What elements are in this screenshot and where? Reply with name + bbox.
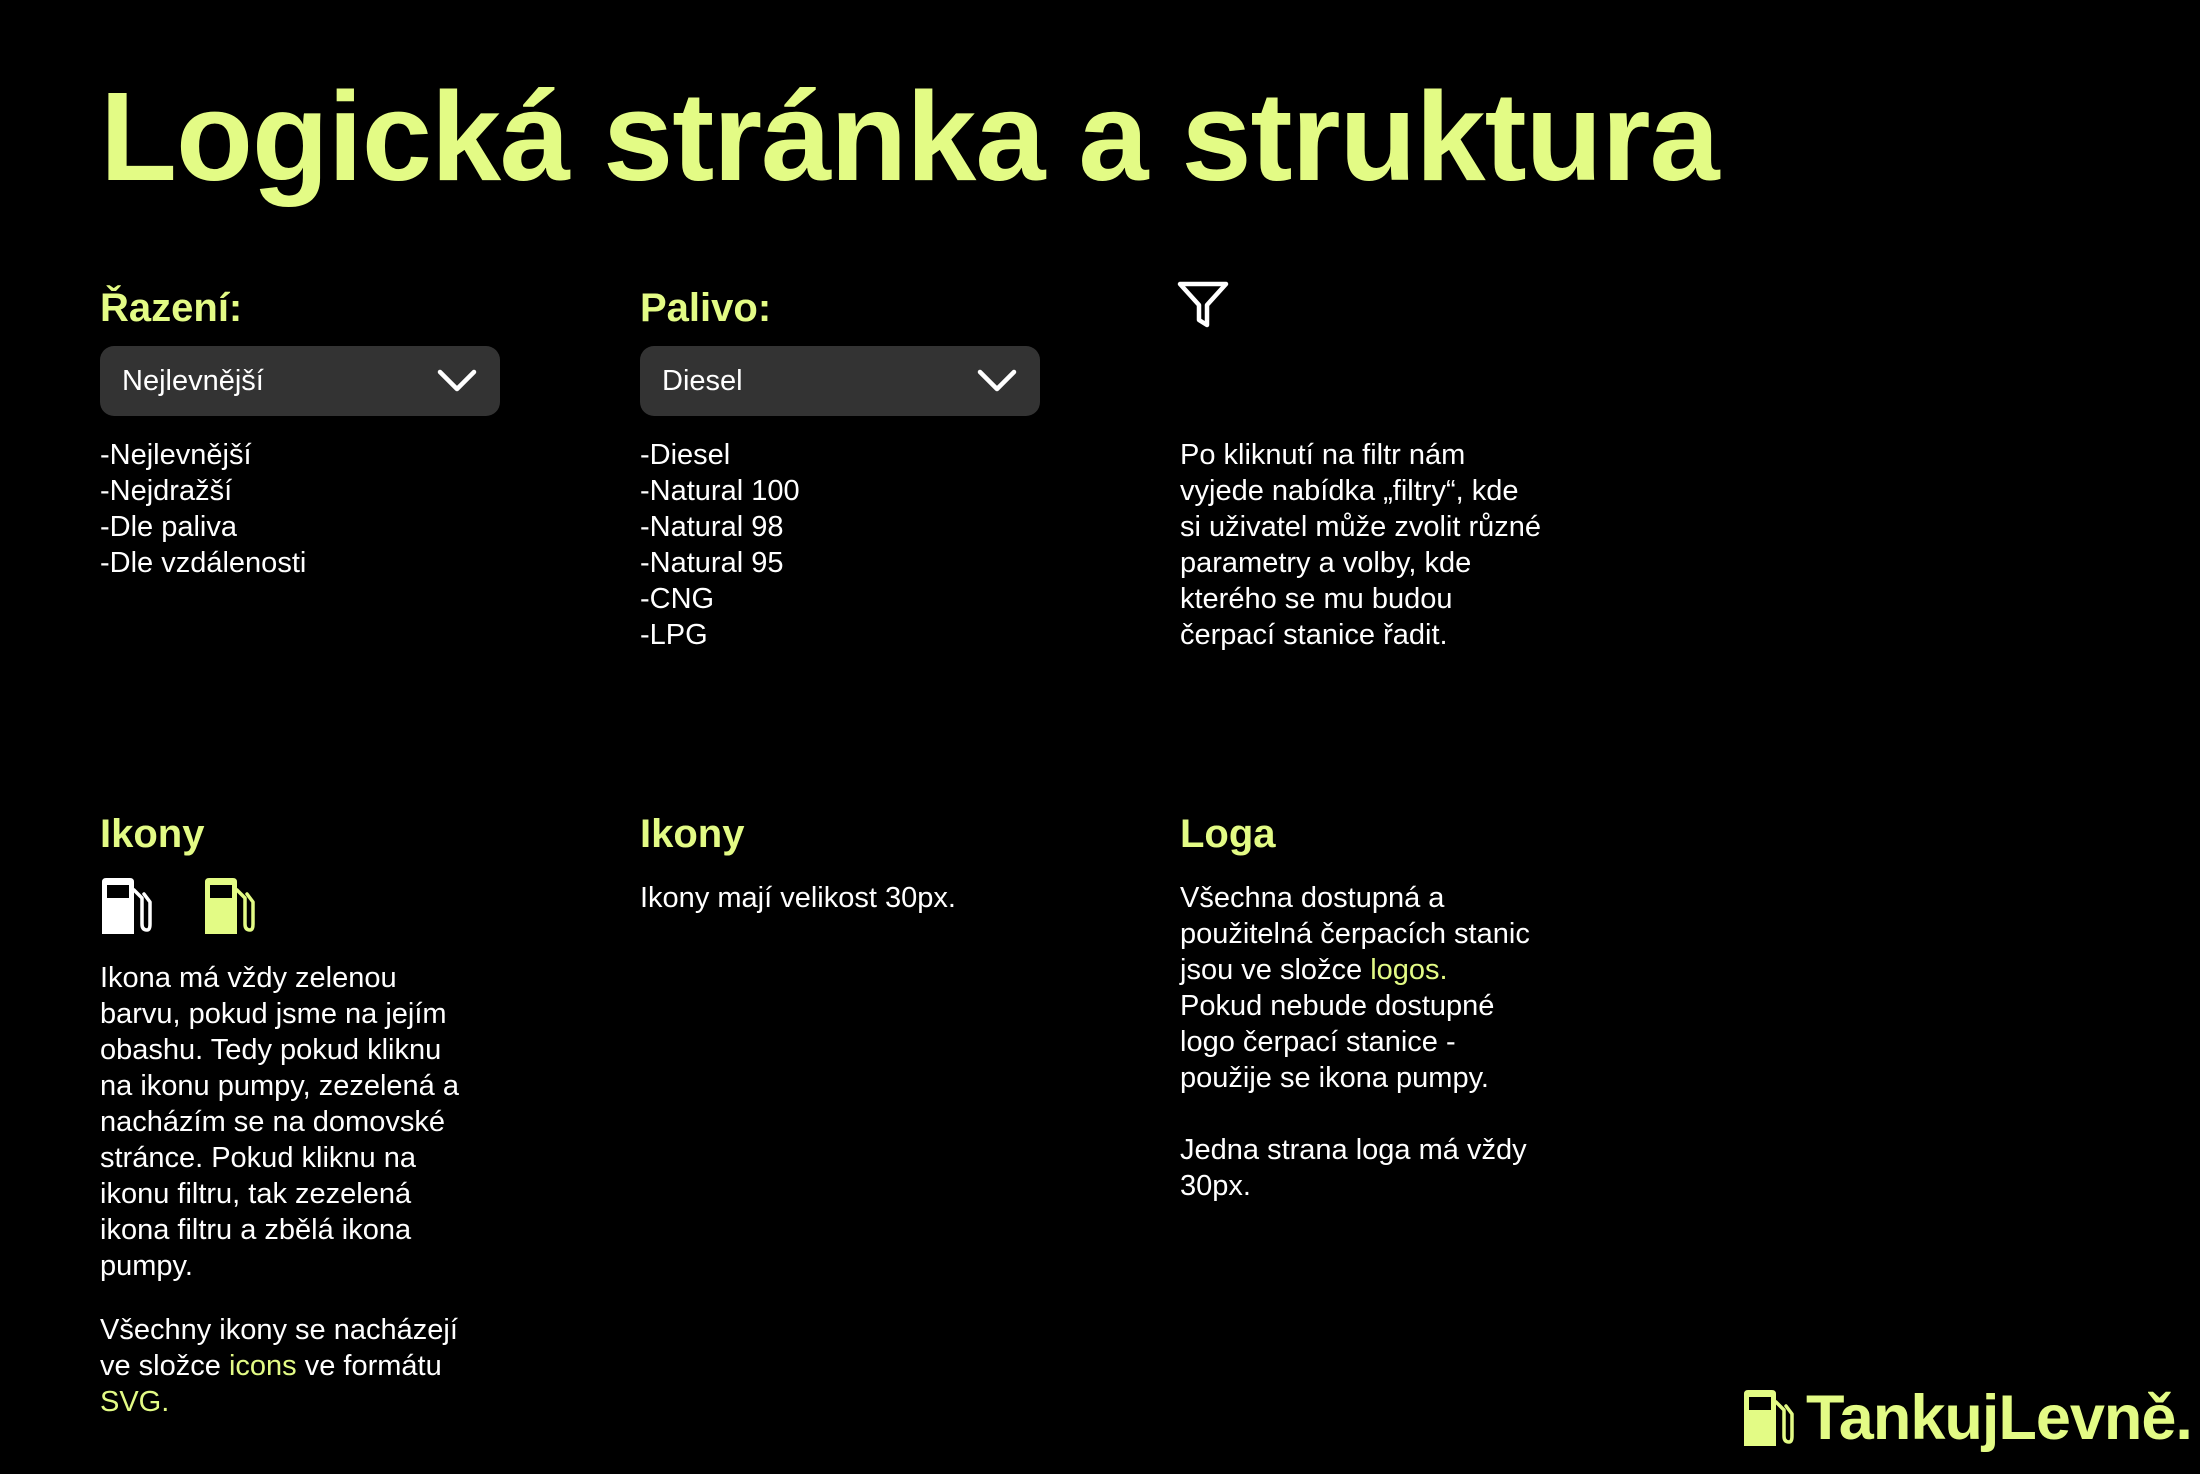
filter-icon[interactable] (1176, 280, 1230, 330)
sorting-heading: Řazení: (100, 286, 243, 330)
fuel-selected-value: Diesel (662, 364, 743, 397)
icons-size-text: Ikony mají velikost 30px. (640, 882, 956, 914)
icons-description: Ikona má vždy zelenou barvu, pokud jsme … (100, 960, 459, 1284)
text-line: barvu, pokud jsme na jejím (100, 998, 447, 1030)
fuel-option: -LPG (640, 619, 708, 651)
logos-heading: Loga (1180, 812, 1276, 856)
text-fragment: ve složce (100, 1350, 229, 1382)
text-line: použitelná čerpacích stanic (1180, 918, 1530, 950)
text-line: stránce. Pokud kliknu na (100, 1142, 416, 1174)
fuel-options-list: -Diesel -Natural 100 -Natural 98 -Natura… (640, 437, 800, 653)
text-line: Pokud nebude dostupné (1180, 990, 1495, 1022)
text-fragment: jsou ve složce (1180, 954, 1371, 986)
logo-size-note: Jedna strana loga má vždy 30px. (1180, 1132, 1527, 1204)
text-line: vyjede nabídka „filtry“, kde (1180, 475, 1519, 507)
chevron-down-icon (977, 369, 1017, 392)
fuel-option: -CNG (640, 583, 715, 615)
fuel-option: -Natural 100 (640, 475, 800, 507)
text-line: ikonu filtru, tak zezelená (100, 1178, 412, 1210)
fuel-heading: Palivo: (640, 286, 772, 330)
fuel-pump-icon-green (205, 878, 255, 934)
text-line: jsou ve složce logos. (1180, 952, 1530, 988)
text-line: 30px. (1180, 1170, 1251, 1202)
icons-heading: Ikony (100, 812, 205, 856)
logos-folder-link: logos. (1370, 954, 1448, 986)
brand-logo: TankujLevně. (1742, 1382, 2193, 1454)
brand-name: TankujLevně. (1806, 1383, 2193, 1453)
sorting-option: -Dle paliva (100, 511, 237, 543)
sorting-option: -Dle vzdálenosti (100, 547, 307, 579)
text-line: použije se ikona pumpy. (1180, 1062, 1489, 1094)
chevron-down-icon (437, 369, 477, 392)
sorting-option: -Nejlevnější (100, 439, 252, 471)
text-line: logo čerpací stanice - (1180, 1026, 1456, 1058)
page-title: Logická stránka a struktura (100, 66, 1720, 207)
filter-description: Po kliknutí na filtr nám vyjede nabídka … (1180, 437, 1541, 653)
text-line: ikona filtru a zbělá ikona (100, 1214, 412, 1246)
text-line: ve složce icons ve formátu (100, 1348, 458, 1384)
text-line: čerpací stanice řadit. (1180, 619, 1448, 651)
text-line: si uživatel může zvolit různé (1180, 511, 1542, 543)
text-line: na ikonu pumpy, zezelená a (100, 1070, 459, 1102)
sorting-option: -Nejdražší (100, 475, 233, 507)
text-line: nacházím se na domovské (100, 1106, 445, 1138)
text-line: Jedna strana loga má vždy (1180, 1134, 1527, 1166)
format-label: SVG. (100, 1386, 170, 1418)
text-line: obashu. Tedy pokud kliknu (100, 1034, 442, 1066)
sorting-select[interactable]: Nejlevnější (100, 346, 500, 416)
sorting-selected-value: Nejlevnější (122, 364, 264, 397)
fuel-option: -Natural 98 (640, 511, 784, 543)
fuel-select[interactable]: Diesel (640, 346, 1040, 416)
text-line: Po kliknutí na filtr nám (1180, 439, 1466, 471)
fuel-pump-icon-white (102, 878, 152, 934)
fuel-option: -Diesel (640, 439, 731, 471)
text-line: Všechna dostupná a (1180, 882, 1445, 914)
icons-folder-note: Všechny ikony se nacházejí ve složce ico… (100, 1312, 458, 1420)
fuel-pump-icon (1744, 1390, 1794, 1446)
icons-folder-link: icons (228, 1350, 297, 1382)
text-fragment: ve formátu (296, 1350, 442, 1382)
text-line: kterého se mu budou (1180, 583, 1453, 615)
text-line: Všechny ikony se nacházejí (100, 1314, 458, 1346)
icons-size-heading: Ikony (640, 812, 745, 856)
sorting-options-list: -Nejlevnější -Nejdražší -Dle paliva -Dle… (100, 437, 306, 581)
text-line: pumpy. (100, 1250, 193, 1282)
fuel-option: -Natural 95 (640, 547, 784, 579)
logos-description: Všechna dostupná a použitelná čerpacích … (1180, 880, 1530, 1096)
text-line: parametry a volby, kde (1180, 547, 1472, 579)
text-line: Ikona má vždy zelenou (100, 962, 397, 994)
